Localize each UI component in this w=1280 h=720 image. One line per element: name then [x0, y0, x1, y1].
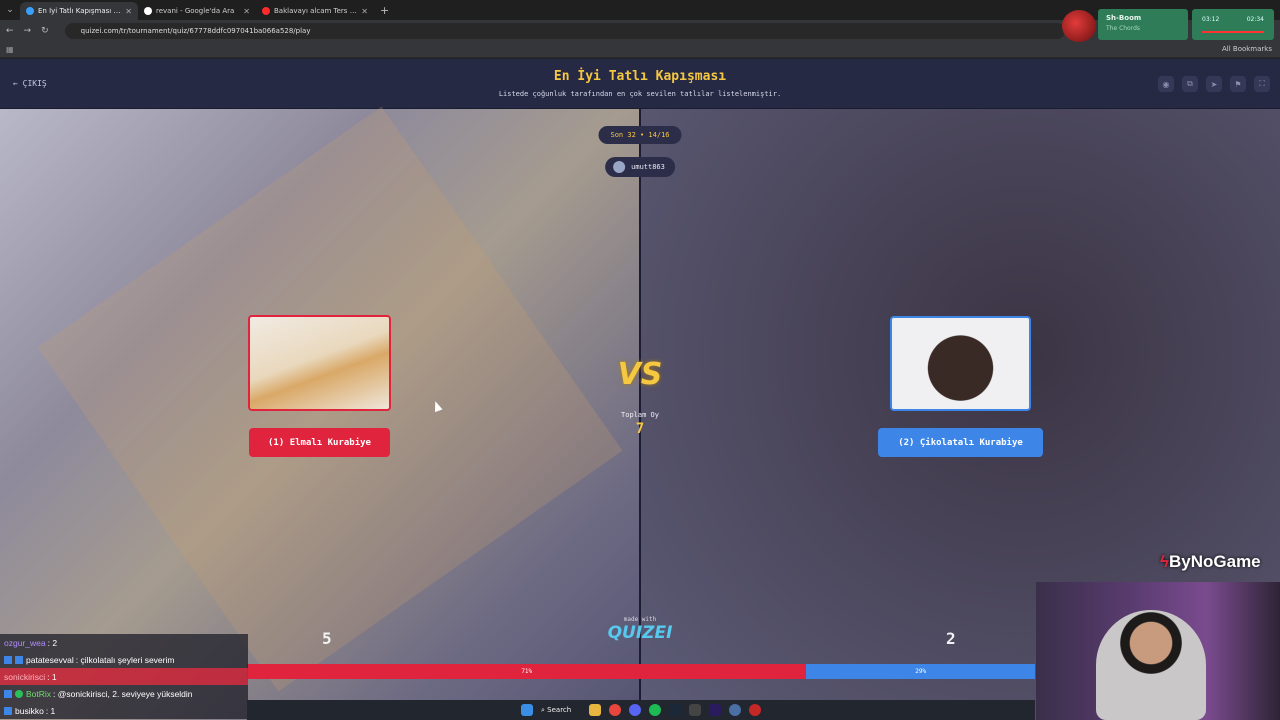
browser-tab-youtube[interactable]: Baklavayı alcam Ters Çevircem Hi ✕ [256, 2, 374, 20]
apps-grid-icon[interactable]: ▦ [6, 45, 14, 54]
made-with-label: made with [623, 616, 657, 623]
option-right-button[interactable]: (2) Çikolatalı Kurabiye [878, 428, 1043, 457]
url-field[interactable]: quizei.com/tr/tournament/quiz/67778ddfc0… [64, 23, 1065, 39]
quiz-header: ← ÇIKIŞ En İyi Tatlı Kapışması Listede ç… [0, 59, 1280, 109]
total-votes-value: 7 [635, 421, 645, 437]
fullscreen-icon[interactable]: ⛶ [1254, 76, 1270, 92]
left-percent: 71% [521, 668, 533, 675]
flag-icon[interactable]: ⚑ [1230, 76, 1246, 92]
chat-user: BotRix [26, 688, 52, 699]
quizei-logo[interactable]: QUIZEI [600, 623, 680, 643]
track-title: Sh-Boom [1106, 14, 1142, 22]
time-total: 02:34 [1246, 16, 1264, 23]
reload-icon[interactable]: ↻ [41, 26, 49, 36]
copy-icon[interactable]: ⧉ [1182, 76, 1198, 92]
new-tab-button[interactable]: + [380, 4, 389, 17]
stream-chat: ozgur_wea : 2 patatesevval : çilkolatalı… [0, 634, 248, 719]
playback-progress-card: 03:12 02:34 [1192, 9, 1274, 40]
close-tab-icon[interactable]: ✕ [125, 7, 132, 16]
tab-title: En İyi Tatlı Kapışması - Tier List [38, 7, 121, 15]
streamer-webcam [1096, 610, 1206, 720]
back-icon[interactable]: ← [6, 26, 14, 36]
chat-message: busikko : 1 [0, 702, 248, 719]
badge-icon [15, 655, 23, 664]
taskbar-search[interactable]: ⌕ Search [541, 706, 581, 715]
streamer-avatar [1062, 10, 1096, 42]
chat-user: ozgur_wea [4, 637, 46, 648]
user-avatar [613, 161, 626, 173]
lightning-icon: ϟ [1160, 552, 1169, 571]
playback-progress-bar [1202, 31, 1264, 33]
total-votes-label: Toplam Oy [621, 411, 659, 419]
browser-tab-google[interactable]: revani - Google'da Ara ✕ [138, 2, 256, 20]
forward-icon[interactable]: → [24, 26, 32, 36]
badge-icon [4, 655, 12, 664]
left-vote-count: 5 [322, 629, 332, 648]
chat-text: : 1 [45, 705, 56, 716]
right-percent: 29% [915, 668, 927, 675]
chat-message: patatesevval : çilkolatalı şeyleri sever… [0, 651, 248, 668]
option-left-button[interactable]: (1) Elmalı Kurabiye [249, 428, 390, 457]
badge-icon [4, 689, 12, 698]
round-badge: Son 32 • 14/16 [598, 126, 682, 144]
option-left-image[interactable] [248, 315, 391, 411]
chrome-icon[interactable] [609, 704, 621, 716]
time-elapsed: 03:12 [1202, 16, 1220, 23]
verified-icon [15, 689, 23, 698]
close-tab-icon[interactable]: ✕ [361, 7, 368, 16]
search-label: Search [547, 705, 572, 714]
close-tab-icon[interactable]: ✕ [243, 7, 250, 16]
track-artist: The Chords [1106, 25, 1141, 32]
discord-icon[interactable] [629, 704, 641, 716]
vote-share-bar: 71% 29% [247, 664, 1035, 679]
app-icon[interactable] [729, 704, 741, 716]
chat-user: patatesevval [26, 654, 74, 665]
chat-text: : @sonickirisci, 2. seviyeye yükseldin [53, 688, 193, 699]
share-icon[interactable]: ➤ [1206, 76, 1222, 92]
premiere-icon[interactable] [709, 704, 721, 716]
tab-title: Baklavayı alcam Ters Çevircem Hi [274, 7, 357, 15]
eye-icon[interactable]: ◉ [1158, 76, 1174, 92]
tab-title: revani - Google'da Ara [156, 7, 235, 15]
chat-user: busikko [15, 705, 44, 716]
app-icon[interactable] [689, 704, 701, 716]
youtube-favicon-icon [262, 7, 270, 15]
option-right-image[interactable] [890, 316, 1031, 411]
chat-user: sonickirisci [4, 671, 46, 682]
left-share-fill: 71% [247, 664, 807, 679]
windows-taskbar: ⌕ Search [247, 700, 1035, 720]
chat-text: : çilkolatalı şeyleri severim [75, 654, 175, 665]
username: umutt863 [631, 163, 665, 171]
user-badge: umutt863 [605, 157, 675, 177]
page-title: En İyi Tatlı Kapışması [553, 69, 727, 84]
vs-lightning-icon: VS [617, 357, 663, 392]
all-bookmarks-link[interactable]: All Bookmarks [1222, 45, 1272, 53]
steam-icon[interactable] [669, 704, 681, 716]
chat-text: : 1 [47, 671, 57, 682]
bynogame-logo: ϟByNoGame [1160, 552, 1261, 572]
obs-icon[interactable] [749, 704, 761, 716]
left-option-background[interactable] [0, 109, 640, 720]
right-share-fill: 29% [806, 664, 1035, 679]
google-favicon-icon [144, 7, 152, 15]
badge-icon [4, 706, 12, 715]
right-vote-count: 2 [946, 629, 956, 648]
now-playing-card: Sh-Boom The Chords [1098, 9, 1188, 40]
bookmarks-bar: ▦ All Bookmarks [0, 42, 1280, 58]
chat-message: sonickirisci : 1 [0, 668, 248, 685]
browser-tab-quiz[interactable]: En İyi Tatlı Kapışması - Tier List ✕ [20, 2, 138, 20]
windows-start-icon[interactable] [521, 704, 533, 716]
header-actions: ◉ ⧉ ➤ ⚑ ⛶ [1158, 76, 1270, 92]
tab-list-icon[interactable]: ⌄ [0, 0, 20, 20]
quizei-favicon-icon [26, 7, 34, 15]
page-subtitle: Listede çoğunluk tarafından en çok sevil… [498, 90, 782, 98]
brand-text: ByNoGame [1169, 552, 1261, 571]
chat-message: BotRix : @sonickirisci, 2. seviyeye yüks… [0, 685, 248, 702]
file-explorer-icon[interactable] [589, 704, 601, 716]
spotify-icon[interactable] [649, 704, 661, 716]
webcam-overlay [1036, 582, 1280, 720]
chat-message: ozgur_wea : 2 [0, 634, 248, 651]
chat-text: : 2 [47, 637, 58, 648]
